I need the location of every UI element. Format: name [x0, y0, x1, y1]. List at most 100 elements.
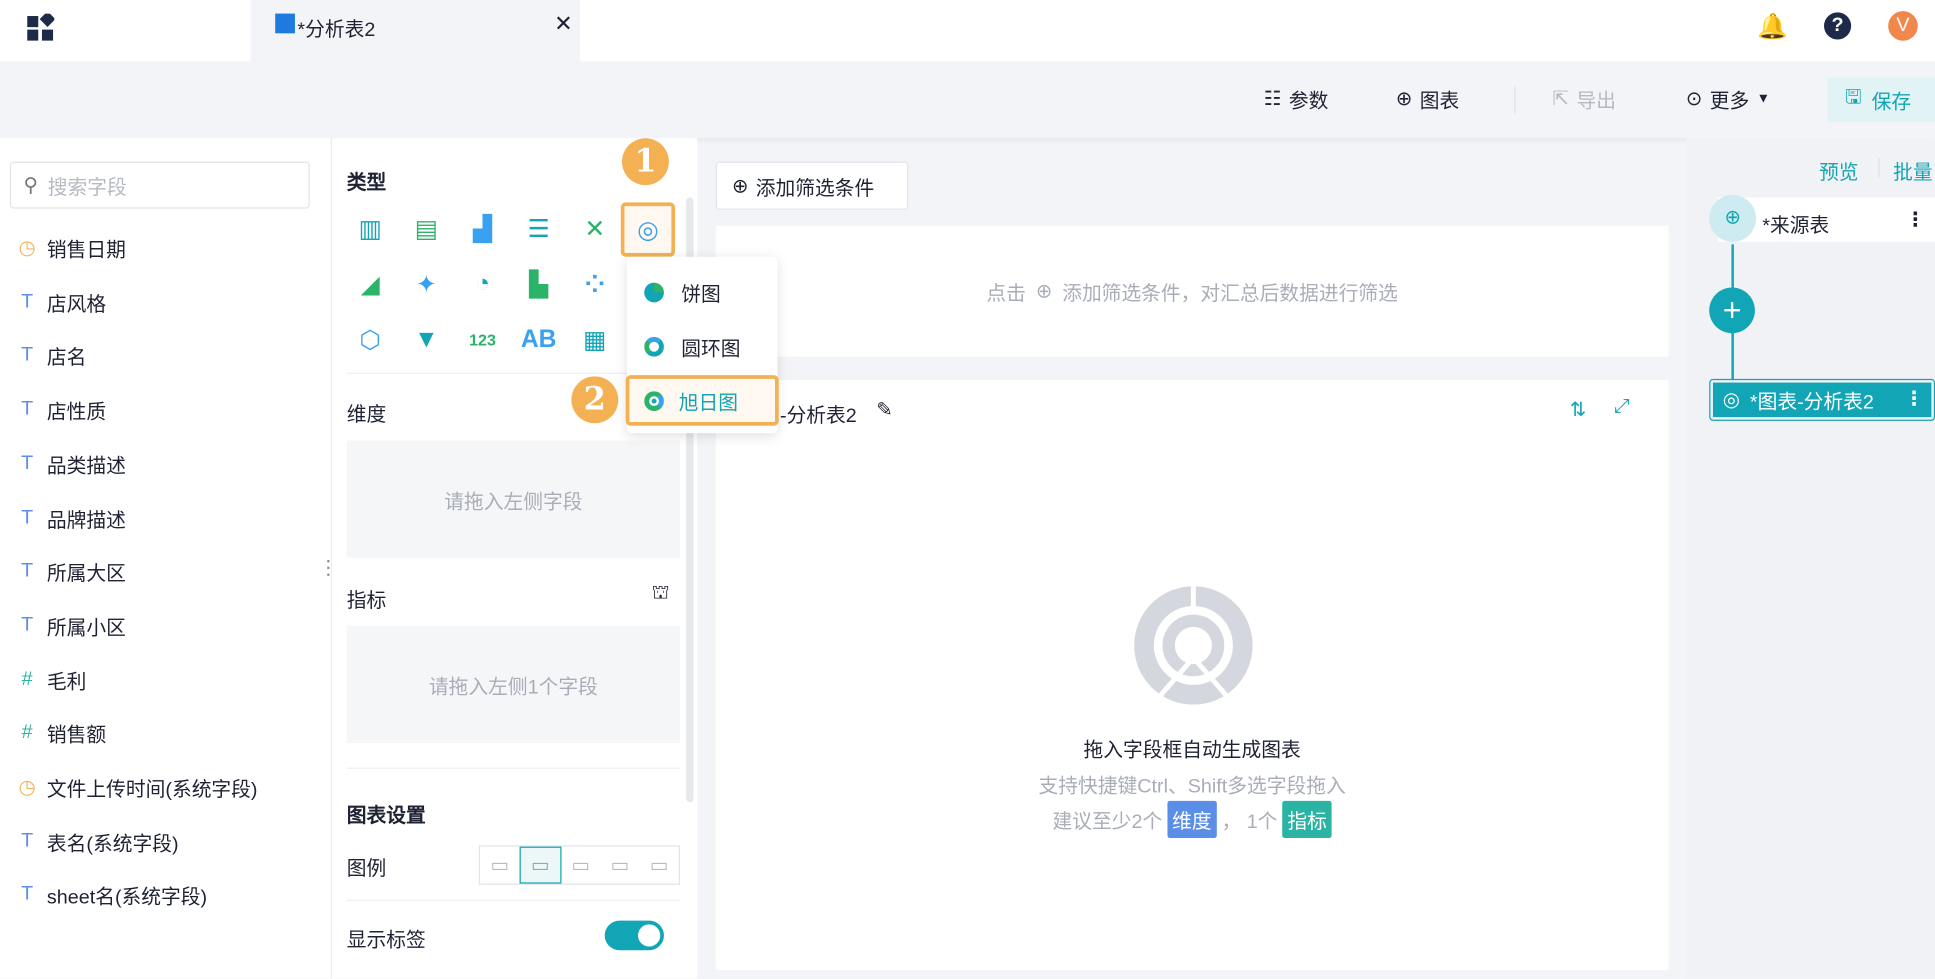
field-label: 店名 — [46, 348, 87, 370]
field-item[interactable]: Tsheet名(系统字段) — [17, 880, 207, 910]
measure-settings-icon[interactable]: ⛫ — [652, 581, 670, 606]
field-item[interactable]: T 店性质 — [17, 395, 106, 425]
measure-drop-zone[interactable]: 请拖入左侧1个字段 — [346, 625, 680, 743]
sunburst-icon — [644, 390, 664, 411]
kebab-icon[interactable]: ⋮ — [1905, 207, 1925, 232]
map-chart-icon[interactable]: ✦ — [408, 265, 445, 302]
field-label: 表名(系统字段) — [46, 833, 179, 855]
more-icon: ⊙ — [1685, 88, 1703, 110]
chart-title[interactable]: -分析表2 — [780, 399, 857, 429]
radar-chart-icon[interactable]: ⬡ — [352, 321, 389, 358]
bell-icon[interactable]: 🔔 — [1757, 11, 1788, 42]
number-icon: # — [21, 722, 33, 744]
suggest-prefix: 建议至少2个 — [1052, 812, 1163, 834]
empty-subtitle: 支持快捷键Ctrl、Shift多选字段拖入 — [1038, 776, 1346, 798]
text-type-icon: T — [21, 614, 34, 636]
text-type-icon: T — [21, 398, 34, 420]
apps-grid-icon[interactable] — [27, 11, 56, 47]
word-cloud-chart-icon[interactable]: AB — [520, 321, 557, 358]
source-node[interactable]: ⊕ *来源表 ⋮ — [1709, 194, 1935, 242]
field-item[interactable]: ◷ 销售日期 — [17, 233, 126, 263]
dimension-drop-zone[interactable]: 请拖入左侧字段 — [346, 440, 680, 558]
field-item[interactable]: # 销售额 — [17, 719, 106, 749]
field-label: 店性质 — [46, 402, 107, 424]
funnel-chart-icon[interactable]: ▼ — [408, 321, 445, 358]
field-label: 所属小区 — [46, 618, 126, 640]
cross-table-icon[interactable]: ▤ — [408, 210, 445, 247]
field-item[interactable]: T 所属大区 — [17, 557, 126, 587]
search-input[interactable]: ⚲ 搜索字段 — [9, 161, 310, 209]
preview-link[interactable]: 预览 — [1819, 155, 1859, 185]
field-item[interactable]: T 所属小区 — [17, 611, 126, 641]
clock-icon: ◷ — [18, 238, 36, 260]
add-filter-button[interactable]: ⊕ 添加筛选条件 — [715, 161, 909, 210]
heatmap-chart-icon[interactable]: ▦ — [576, 321, 613, 358]
column-chart-icon[interactable]: ▟ — [464, 210, 501, 247]
text-type-icon: T — [21, 344, 34, 366]
params-label: 参数 — [1288, 91, 1329, 113]
field-item[interactable]: T 店名 — [17, 341, 86, 371]
chart-node[interactable]: ◎ *图表-分析表2 ⋮ — [1709, 378, 1935, 421]
sort-icon[interactable]: ⇅ — [1570, 397, 1587, 422]
edit-icon[interactable]: ✎ — [876, 397, 893, 422]
kebab-icon[interactable]: ⋮ — [1904, 386, 1924, 411]
legend-bottom-option[interactable]: ▭ — [639, 847, 678, 884]
source-label: *来源表 — [1762, 215, 1830, 237]
legend-top-option[interactable]: ▭ — [600, 847, 639, 884]
step-badge-1: 1 — [621, 138, 669, 186]
sunburst-icon: ◎ — [1722, 389, 1741, 411]
export-label: 导出 — [1576, 91, 1616, 113]
export-icon: ⇱ — [1552, 88, 1570, 110]
legend-left-option[interactable]: ▭ — [561, 847, 600, 884]
bar-chart-icon[interactable]: ☰ — [520, 210, 557, 247]
field-panel: ⚲ 搜索字段 ◷ 销售日期 T 店风格 T 店名 T 店性质 T 品类描述 T 品牌描述 T 所属大区 T 所属… — [0, 138, 338, 979]
avatar[interactable]: V — [1888, 11, 1918, 41]
scatter-chart-icon[interactable]: ⁘ — [576, 265, 613, 302]
plus-circle-icon: ⊕ — [1035, 281, 1053, 303]
save-label: 保存 — [1871, 92, 1912, 114]
batch-link[interactable]: 批量 — [1893, 155, 1933, 185]
field-item[interactable]: T 店风格 — [17, 287, 106, 317]
combo-chart-icon[interactable]: ▙ — [520, 265, 557, 302]
area-chart-icon[interactable]: ◢ — [352, 265, 389, 302]
kpi-chart-icon[interactable]: 123 — [464, 321, 501, 358]
close-tab-icon[interactable]: ✕ — [554, 11, 573, 37]
field-item[interactable]: T 品牌描述 — [17, 503, 126, 533]
line-chart-icon[interactable]: ✕ — [576, 210, 613, 247]
menu-item-donut[interactable]: 圆环图 — [644, 332, 740, 362]
legend-right-option[interactable]: ▭ — [519, 846, 562, 884]
table-icon[interactable]: ▥ — [352, 210, 389, 247]
text-type-icon: T — [21, 830, 34, 852]
params-icon: ☷ — [1263, 88, 1282, 110]
sunburst-chart-icon[interactable]: ◎ — [620, 202, 676, 257]
help-icon[interactable]: ? — [1823, 12, 1852, 40]
save-button[interactable]: 🖫 保存 — [1827, 77, 1935, 123]
chart-card: -分析表2 ✎ ⇅ ⤢ 拖入字段框自动生成图表 支持快捷键Ctrl、Shift多… — [715, 380, 1669, 971]
tab-analysis[interactable]: *分析表2 ✕ — [250, 0, 581, 62]
filter-hint-prefix: 点击 — [986, 283, 1026, 305]
filter-area: 点击 ⊕ 添加筛选条件，对汇总后数据进行筛选 — [715, 225, 1669, 357]
show-labels-toggle[interactable] — [604, 920, 664, 951]
flow-panel: 预览 批量 ⊕ *来源表 ⋮ + ◎ *图表-分析表2 ⋮ — [1685, 138, 1935, 979]
field-item[interactable]: ◷ 文件上传时间(系统字段) — [17, 773, 258, 803]
add-node-button[interactable]: + — [1709, 287, 1755, 334]
divider — [346, 899, 680, 901]
field-item[interactable]: T 品类描述 — [17, 449, 126, 479]
search-icon: ⚲ — [23, 175, 38, 197]
field-item[interactable]: # 毛利 — [17, 665, 87, 695]
gauge-chart-icon[interactable]: ◔ — [464, 265, 501, 302]
fullscreen-icon[interactable]: ⤢ — [1614, 396, 1630, 418]
menu-item-pie[interactable]: 饼图 — [644, 278, 721, 308]
field-item[interactable]: T 表名(系统字段) — [17, 826, 178, 856]
export-button[interactable]: ⇱ 导出 — [1552, 84, 1615, 114]
show-labels-label: 显示标签 — [346, 930, 426, 952]
filter-hint: 添加筛选条件，对汇总后数据进行筛选 — [1062, 283, 1398, 305]
legend-none-option[interactable]: ▭ — [480, 847, 519, 884]
empty-suggestion: 建议至少2个 维度 ， 1个 指标 — [716, 800, 1669, 838]
chart-label: 图表 — [1419, 91, 1460, 113]
add-chart-button[interactable]: ⊕ 图表 — [1396, 84, 1459, 114]
more-button[interactable]: ⊙ 更多 ▼ — [1686, 84, 1770, 114]
menu-item-sunburst[interactable]: 旭日图 — [625, 375, 779, 426]
text-type-icon: T — [21, 560, 34, 582]
params-button[interactable]: ☷ 参数 — [1264, 84, 1329, 114]
